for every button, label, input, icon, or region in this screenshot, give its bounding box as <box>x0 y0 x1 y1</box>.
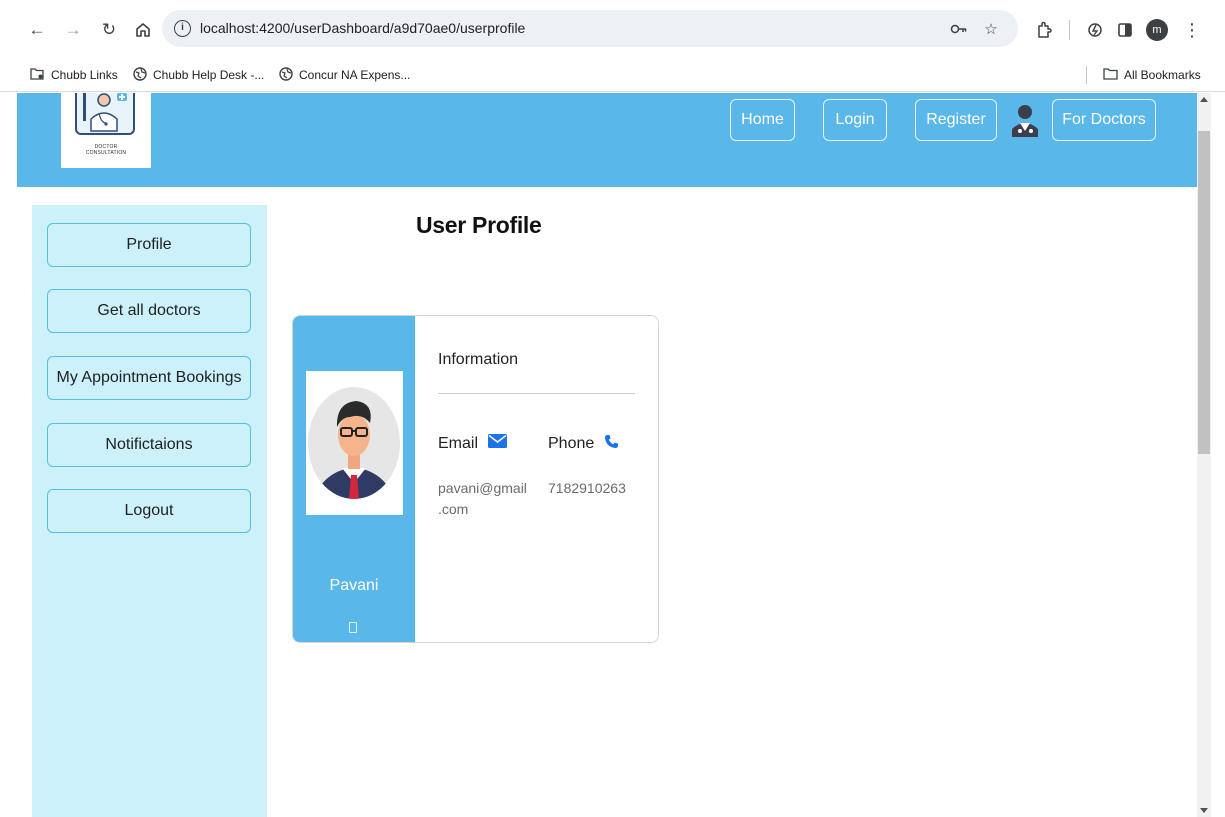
scroll-thumb[interactable] <box>1198 131 1210 454</box>
email-value-line1: pavani@gmail <box>438 480 527 496</box>
bookmark-label: Chubb Help Desk -... <box>153 68 265 82</box>
profile-photo <box>306 371 403 515</box>
bookmarks-bar: Chubb Links Chubb Help Desk -... Concur … <box>0 58 1225 92</box>
site-header: DOCTOR CONSULTATION Home Login Register … <box>17 93 1197 187</box>
information-divider <box>438 393 635 394</box>
logo-caption-line2: CONSULTATION <box>85 150 127 156</box>
phone-label-text: Phone <box>548 435 595 452</box>
page-title: User Profile <box>416 212 542 238</box>
back-arrow-icon[interactable]: ← <box>26 19 48 41</box>
more-menu-icon[interactable]: ⋮ <box>1181 19 1203 41</box>
toolbar-divider <box>1069 20 1070 40</box>
nav-login-button[interactable]: Login <box>823 99 887 141</box>
page-scrollbar[interactable] <box>1197 93 1211 817</box>
envelope-icon <box>488 434 508 453</box>
logo-caption: DOCTOR CONSULTATION <box>61 144 151 156</box>
bookmark-label: Concur NA Expens... <box>299 68 411 82</box>
bookmark-label: Chubb Links <box>51 68 118 82</box>
phone-field-label: Phone <box>548 434 619 454</box>
phone-value: 7182910263 <box>548 480 626 496</box>
sidebar-item-logout[interactable]: Logout <box>47 489 251 533</box>
globe-icon <box>279 66 293 84</box>
bookmark-concur[interactable]: Concur NA Expens... <box>279 66 410 84</box>
bookmark-star-icon[interactable]: ☆ <box>981 19 1001 39</box>
forward-arrow-icon[interactable]: → <box>62 19 84 41</box>
browser-toolbar: ← → ↻ i localhost:4200/userDashboard/a9d… <box>0 0 1225 58</box>
information-heading: Information <box>438 351 519 368</box>
address-url[interactable]: localhost:4200/userDashboard/a9d70ae0/us… <box>200 20 525 36</box>
profile-card: Pavani Information Email Phone pavani@gm… <box>292 315 659 643</box>
profile-user-name: Pavani <box>329 577 379 594</box>
email-value: pavani@gmail .com <box>438 478 527 520</box>
extensions-icon[interactable] <box>1033 19 1055 41</box>
address-bar[interactable]: i localhost:4200/userDashboard/a9d70ae0/… <box>162 10 1018 47</box>
sidebar-item-get-all-doctors[interactable]: Get all doctors <box>47 289 251 333</box>
doctor-logo-icon <box>75 93 135 135</box>
user-avatar-icon <box>308 387 400 499</box>
all-bookmarks-label: All Bookmarks <box>1124 68 1201 82</box>
sidebar-item-notifications[interactable]: Notifictaions <box>47 423 251 467</box>
folder-icon <box>30 67 45 83</box>
site-logo[interactable]: DOCTOR CONSULTATION <box>61 93 151 168</box>
site-info-icon[interactable]: i <box>174 20 191 37</box>
sidebar-item-appointments[interactable]: My Appointment Bookings <box>47 356 251 400</box>
page-viewport: DOCTOR CONSULTATION Home Login Register … <box>0 93 1225 817</box>
email-value-line2: .com <box>438 501 469 517</box>
folder-icon <box>1103 67 1118 83</box>
bookmark-chubb-links[interactable]: Chubb Links <box>30 66 118 84</box>
bookmarks-divider <box>1086 66 1087 84</box>
profile-avatar[interactable]: m <box>1146 19 1168 41</box>
missing-glyph-icon <box>349 622 357 633</box>
nav-register-button[interactable]: Register <box>915 99 997 141</box>
scroll-down-icon[interactable] <box>1200 808 1208 813</box>
home-icon[interactable] <box>132 19 154 41</box>
reload-icon[interactable]: ↻ <box>98 19 120 41</box>
globe-icon <box>133 66 147 84</box>
performance-icon[interactable] <box>1084 19 1106 41</box>
dashboard-sidebar: Profile Get all doctors My Appointment B… <box>32 205 267 817</box>
bookmark-chubb-help-desk[interactable]: Chubb Help Desk -... <box>133 66 264 84</box>
email-label-text: Email <box>438 434 479 452</box>
all-bookmarks[interactable]: All Bookmarks <box>1103 66 1201 84</box>
profile-card-sidebar: Pavani <box>293 316 415 642</box>
nav-for-doctors-button[interactable]: For Doctors <box>1052 99 1156 141</box>
password-key-icon[interactable] <box>949 19 969 39</box>
email-field-label: Email <box>438 434 508 453</box>
side-panel-icon[interactable] <box>1114 19 1136 41</box>
scroll-up-icon[interactable] <box>1200 97 1208 102</box>
doctor-avatar-icon[interactable] <box>1010 103 1040 137</box>
phone-icon <box>604 434 619 454</box>
nav-home-button[interactable]: Home <box>730 99 795 141</box>
sidebar-item-profile[interactable]: Profile <box>47 223 251 267</box>
